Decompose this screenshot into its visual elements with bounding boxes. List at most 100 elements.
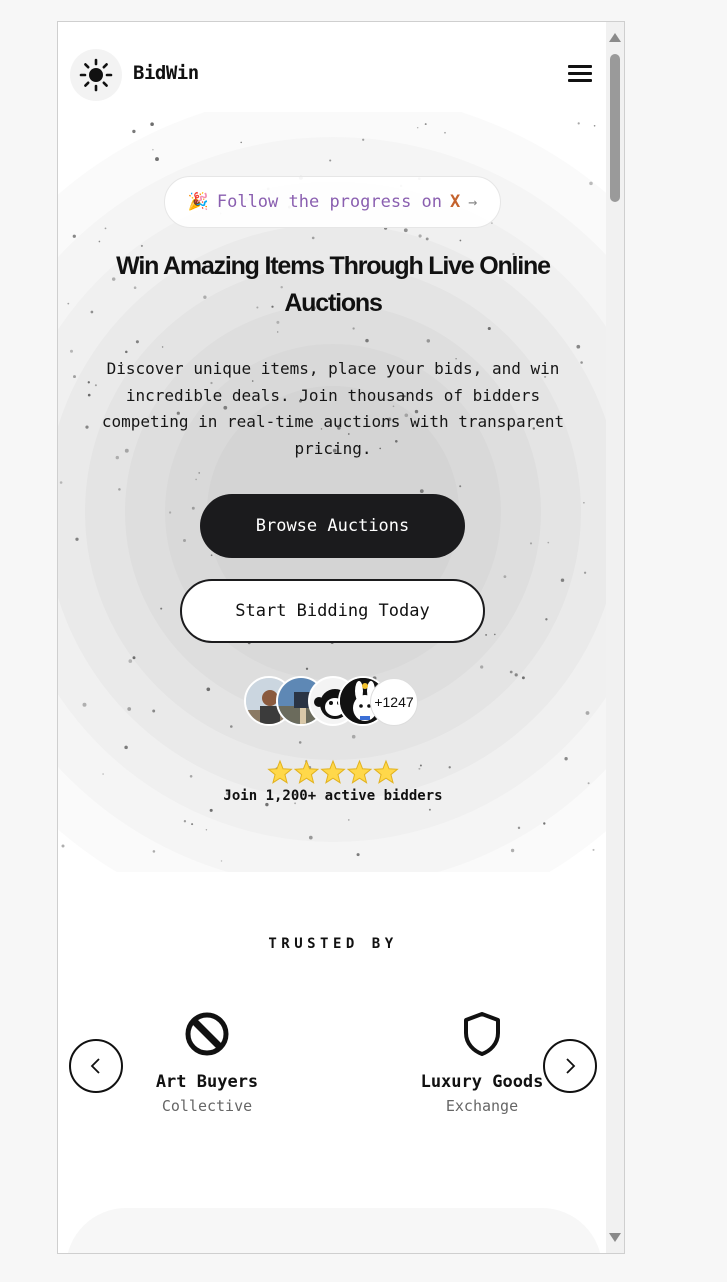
carousel-prev-button[interactable] [69, 1039, 123, 1093]
background-dot [102, 773, 104, 775]
party-popper-icon: 🎉 [187, 192, 209, 212]
shield-icon [464, 1012, 500, 1056]
background-dot [587, 782, 590, 785]
background-dot [347, 819, 350, 821]
background-dot [152, 850, 156, 853]
background-dot [82, 702, 87, 707]
background-dot [210, 554, 213, 557]
star-icon [346, 759, 373, 784]
background-dot [160, 607, 163, 610]
background-dot [140, 244, 143, 247]
hamburger-menu-button[interactable] [566, 62, 594, 88]
background-dot [189, 774, 193, 778]
background-dot [352, 327, 355, 330]
background-dot [589, 181, 593, 186]
background-dot [428, 808, 431, 811]
background-dot [351, 734, 356, 739]
background-dot [132, 129, 136, 134]
scroll-thumb[interactable] [610, 54, 620, 202]
scroll-up-arrow-icon[interactable] [609, 33, 621, 42]
background-dot [329, 159, 332, 162]
background-dot [426, 339, 431, 343]
background-dot [205, 829, 208, 831]
x-logo-text: X [450, 192, 461, 212]
brand-name[interactable]: BidWin [133, 62, 199, 84]
brand-subtitle: Exchange [445, 1097, 519, 1115]
trusted-by-heading: TRUSTED BY [268, 936, 398, 952]
bidder-avatars: +1247 [244, 676, 424, 728]
background-dot [576, 344, 581, 349]
background-dot [230, 725, 233, 728]
background-dot [220, 860, 223, 862]
background-dot [152, 148, 154, 151]
background-dot [206, 687, 211, 692]
hero-headline: Win Amazing Items Through Live Online Au… [116, 252, 551, 317]
scroll-down-arrow-icon[interactable] [609, 1233, 621, 1242]
background-dot [416, 126, 419, 129]
background-dot [480, 665, 484, 669]
page-content: BidWin 🎉 Follow the progress on X → Win … [58, 22, 608, 1253]
background-dot [418, 234, 422, 238]
background-dot [135, 340, 139, 344]
background-dot [125, 350, 128, 354]
background-dot [365, 338, 369, 343]
background-dot [593, 124, 596, 127]
background-dot [168, 511, 172, 514]
background-dot [155, 157, 159, 162]
background-dot [583, 501, 585, 504]
announcement-text: Follow the progress on [216, 192, 443, 212]
background-dot [514, 673, 518, 677]
vertical-scrollbar[interactable] [606, 22, 624, 1253]
background-dot [521, 676, 525, 680]
star-icon [267, 759, 293, 784]
background-dot [308, 835, 313, 840]
chevron-left-icon [90, 1058, 100, 1074]
background-dot [73, 375, 76, 379]
background-dot [448, 766, 451, 769]
background-dot [583, 571, 587, 574]
brand-subtitle: Collective [161, 1097, 253, 1115]
star-icon [293, 759, 320, 784]
background-dot [403, 228, 408, 233]
background-dot [132, 656, 136, 660]
background-dot [161, 346, 164, 348]
background-dot [547, 541, 550, 544]
background-dot [543, 822, 546, 825]
background-dot [61, 844, 65, 848]
background-dot [485, 633, 488, 636]
background-dot [529, 542, 533, 545]
sun-icon [79, 58, 113, 92]
avatar-overflow-count: +1247 [370, 678, 418, 726]
background-dot [128, 659, 133, 663]
background-dot [150, 122, 154, 126]
background-dot [419, 489, 424, 493]
logo[interactable] [70, 49, 122, 101]
background-dot [424, 123, 427, 126]
arrow-right-icon: → [468, 193, 478, 211]
background-dot [509, 670, 513, 674]
background-dot [564, 757, 568, 761]
background-dot [356, 853, 360, 857]
browse-auctions-button[interactable]: Browse Auctions [200, 494, 465, 558]
announcement-pill[interactable]: 🎉 Follow the progress on X → [164, 176, 501, 228]
hero-subtext: Discover unique items, place your bids, … [101, 359, 565, 458]
background-dot [277, 331, 279, 333]
star-icon [373, 759, 399, 784]
rating-stars [267, 759, 399, 784]
background-dot [362, 138, 365, 141]
background-dot [198, 472, 201, 474]
background-dot [418, 767, 421, 770]
background-dot [459, 239, 462, 242]
background-dot [191, 506, 195, 510]
brand-name: Art Buyers [155, 1072, 259, 1092]
hamburger-menu-icon [568, 65, 592, 68]
background-dot [298, 741, 302, 744]
carousel-next-button[interactable] [543, 1039, 597, 1093]
background-dot [67, 302, 70, 305]
background-dot [545, 618, 548, 621]
start-bidding-button[interactable]: Start Bidding Today [180, 579, 485, 643]
background-dot [493, 633, 496, 636]
background-dot [191, 823, 194, 826]
background-dot [209, 808, 213, 812]
star-icon [320, 759, 346, 784]
